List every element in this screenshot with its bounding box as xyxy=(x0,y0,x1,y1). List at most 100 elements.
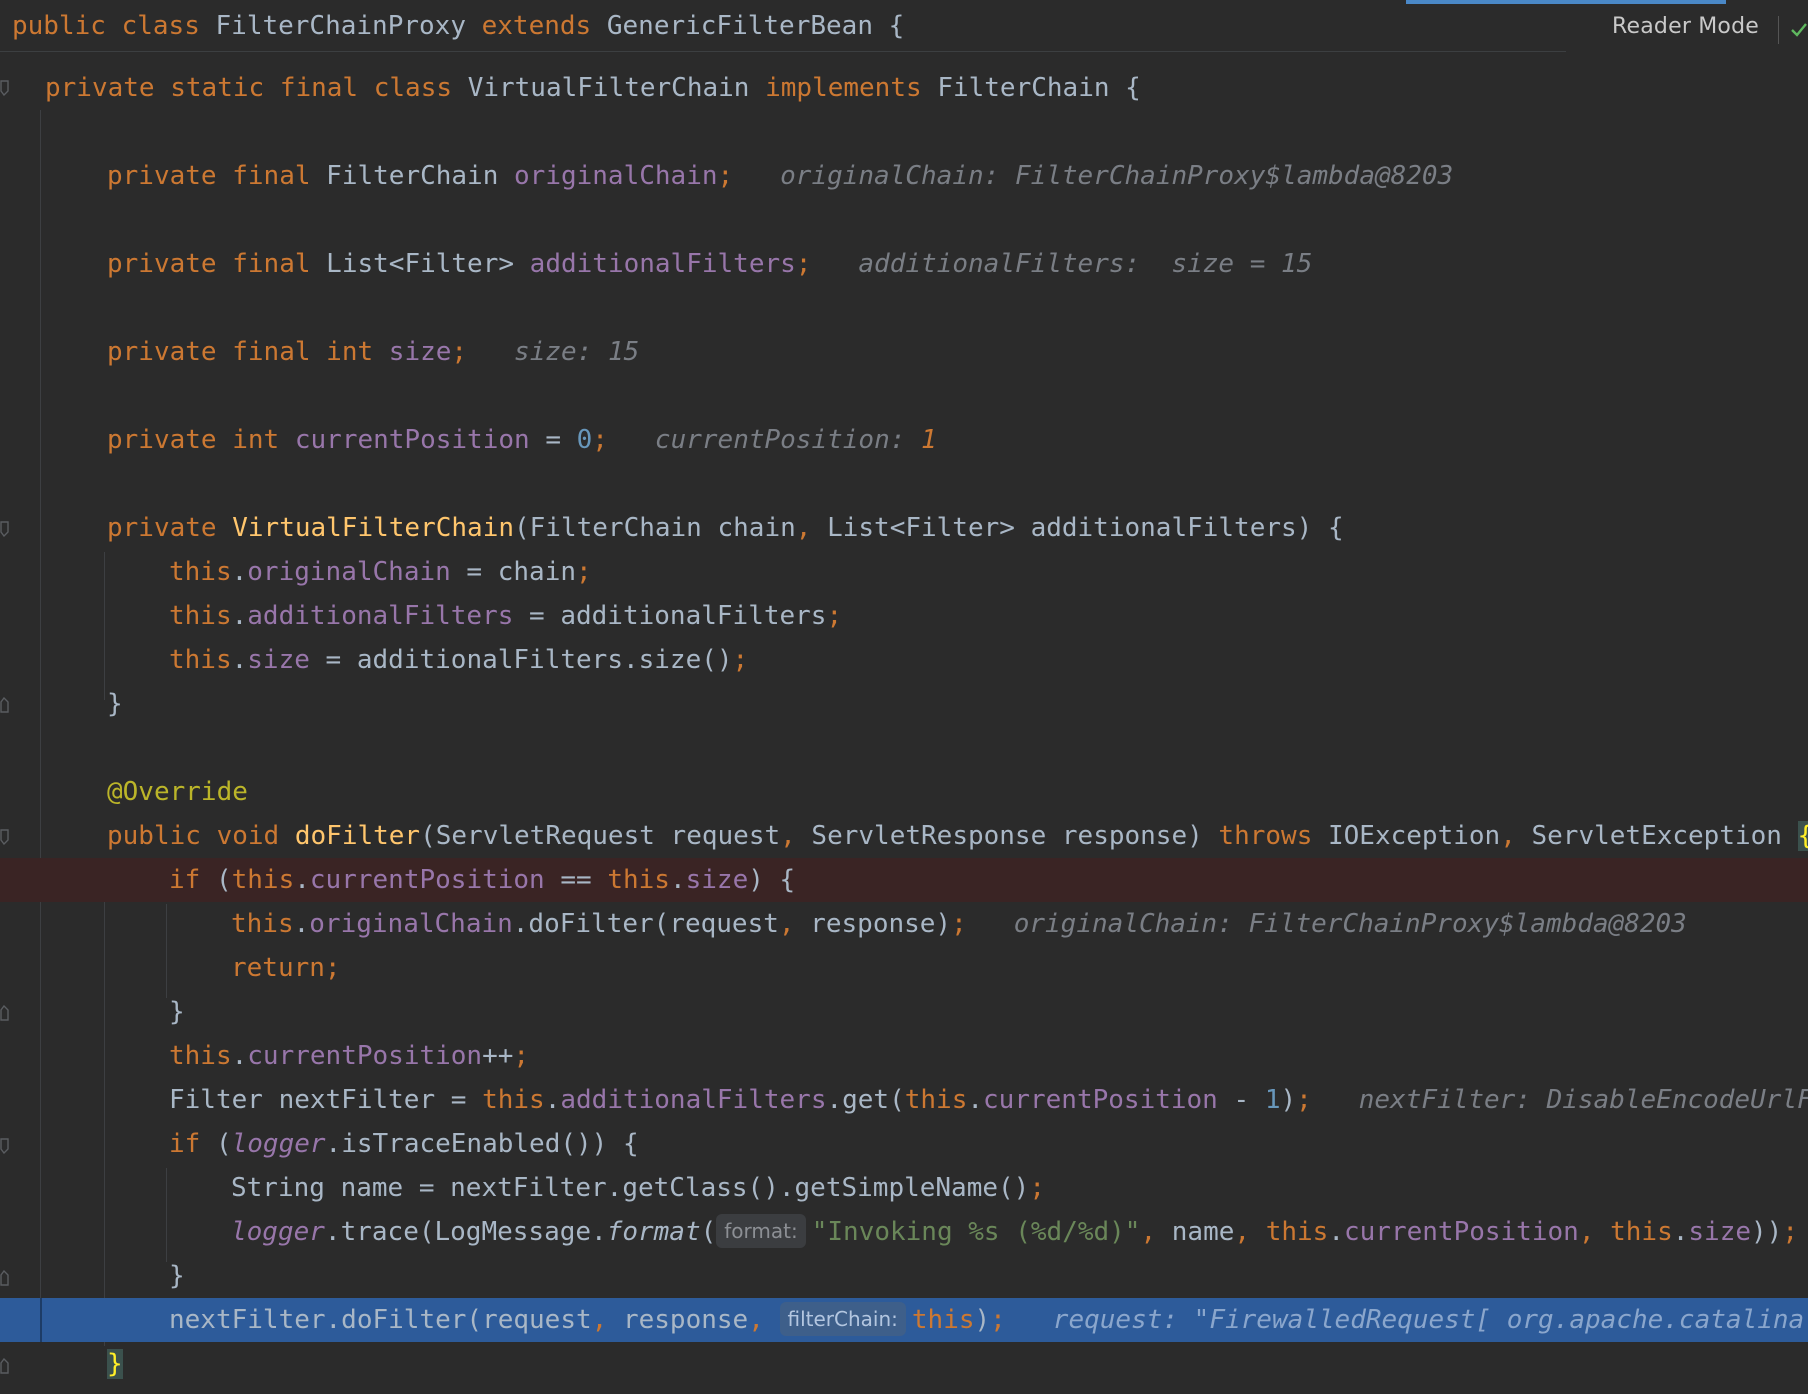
reader-mode-button[interactable]: Reader Mode xyxy=(1612,14,1759,39)
comma: , xyxy=(780,821,796,851)
code-text: response) xyxy=(794,909,952,939)
keyword: class xyxy=(121,11,200,41)
keyword: this xyxy=(231,865,295,895)
execution-point-line[interactable]: nextFilter.doFilter(request, response, f… xyxy=(0,1298,1808,1342)
code-line[interactable]: Filter nextFilter = this.additionalFilte… xyxy=(0,1078,1808,1122)
field-name: currentPosition xyxy=(983,1085,1218,1115)
code-line[interactable]: } xyxy=(0,990,1808,1034)
keyword: int xyxy=(232,425,280,455)
code-text: = chain xyxy=(450,557,577,587)
semicolon: ; xyxy=(826,601,843,631)
code-line[interactable]: private final List<Filter> additionalFil… xyxy=(0,242,1808,286)
method-name: doFilter xyxy=(294,821,421,851)
keyword: int xyxy=(326,337,374,367)
number-literal: 0 xyxy=(576,425,593,455)
keyword: this xyxy=(904,1085,968,1115)
code-text: name xyxy=(1156,1217,1235,1247)
code-text: nextFilter.doFilter(request xyxy=(169,1305,592,1335)
code-line[interactable]: private VirtualFilterChain(FilterChain c… xyxy=(0,506,1808,550)
keyword: private xyxy=(45,73,155,103)
comma: , xyxy=(1234,1217,1251,1247)
semicolon: ; xyxy=(717,161,734,191)
field-name: additionalFilters xyxy=(529,249,796,279)
code-line[interactable]: } xyxy=(0,1254,1808,1298)
code-text: ServletResponse response) xyxy=(795,821,1219,851)
code-line[interactable]: } xyxy=(0,1342,1808,1386)
semicolon: ; xyxy=(513,1041,530,1071)
keyword: extends xyxy=(481,11,592,41)
field-name: size xyxy=(388,337,452,367)
parameter-name-hint: filterChain: xyxy=(779,1302,906,1336)
code-text: . xyxy=(231,645,248,675)
debug-inline-value: originalChain: FilterChainProxy$lambda@8… xyxy=(780,161,1454,191)
keyword: return xyxy=(231,953,325,983)
breakpoint-line[interactable]: if (this.currentPosition == this.size) { xyxy=(0,858,1808,902)
code-text: = additionalFilters.size() xyxy=(309,645,733,675)
code-line[interactable]: @Override xyxy=(0,770,1808,814)
code-text: . xyxy=(294,865,310,895)
keyword: void xyxy=(216,821,280,851)
sticky-class-header[interactable]: public class FilterChainProxy extends Ge… xyxy=(0,0,1566,52)
code-line[interactable]: public void doFilter(ServletRequest requ… xyxy=(0,814,1808,858)
matched-brace: { xyxy=(1797,821,1808,851)
field-name: currentPosition xyxy=(309,865,545,895)
code-line[interactable]: } xyxy=(0,682,1808,726)
brace: } xyxy=(169,1261,185,1291)
debug-inline-value: size: 15 xyxy=(514,337,640,367)
field-name: originalChain xyxy=(514,161,718,191)
code-text: .trace(LogMessage. xyxy=(324,1217,607,1247)
code-text: ServletException xyxy=(1515,821,1798,851)
annotation: @Override xyxy=(107,777,248,807)
code-line[interactable]: private final FilterChain originalChain;… xyxy=(0,154,1808,198)
semicolon: ; xyxy=(951,909,967,939)
static-field-name: logger xyxy=(231,1129,326,1159)
code-text: ++ xyxy=(482,1041,514,1071)
check-icon[interactable] xyxy=(1790,20,1808,40)
semicolon: ; xyxy=(1296,1085,1312,1115)
comma: , xyxy=(1500,821,1516,851)
code-text: . xyxy=(231,601,248,631)
keyword: this xyxy=(169,601,232,631)
keyword: this xyxy=(169,557,232,587)
code-line[interactable]: return; xyxy=(0,946,1808,990)
keyword: this xyxy=(169,1041,232,1071)
keyword: private xyxy=(107,249,217,279)
debug-inline-value: nextFilter: DisableEncodeUrlFi xyxy=(1358,1085,1808,1115)
code-line[interactable]: this.currentPosition++; xyxy=(0,1034,1808,1078)
static-field-name: logger xyxy=(231,1217,325,1247)
code-text: ( xyxy=(700,1217,717,1247)
debug-inline-value: currentPosition: xyxy=(654,425,922,455)
code-editor[interactable]: public class FilterChainProxy extends Ge… xyxy=(0,0,1808,1394)
code-line[interactable]: this.size = additionalFilters.size(); xyxy=(0,638,1808,682)
code-text: (FilterChain chain xyxy=(514,513,796,543)
keyword: this xyxy=(607,865,670,895)
code-text: response xyxy=(607,1305,749,1335)
code-line[interactable]: logger.trace(LogMessage.format(format: "I… xyxy=(0,1210,1808,1254)
string-literal: "Invoking %s (%d/%d)" xyxy=(811,1217,1141,1247)
code-line[interactable]: String name = nextFilter.getClass().getS… xyxy=(0,1166,1808,1210)
code-text: ) xyxy=(974,1305,991,1335)
keyword: this xyxy=(231,909,294,939)
code-line[interactable]: private static final class VirtualFilter… xyxy=(0,66,1808,110)
code-text: . xyxy=(231,557,248,587)
keyword: this xyxy=(482,1085,545,1115)
code-line[interactable]: if (logger.isTraceEnabled()) { xyxy=(0,1122,1808,1166)
code-text: String name = nextFilter.getClass().getS… xyxy=(231,1173,1030,1203)
parent-class-name: GenericFilterBean xyxy=(606,11,873,41)
code-line[interactable]: private final int size; size: 15 xyxy=(0,330,1808,374)
code-line[interactable]: this.originalChain = chain; xyxy=(0,550,1808,594)
keyword: if xyxy=(169,865,201,895)
semicolon: ; xyxy=(795,249,812,279)
code-line[interactable]: this.originalChain.doFilter(request, res… xyxy=(0,902,1808,946)
brace: { xyxy=(1125,73,1141,103)
field-name: currentPosition xyxy=(294,425,530,455)
code-line[interactable]: this.additionalFilters = additionalFilte… xyxy=(0,594,1808,638)
semicolon: ; xyxy=(451,337,468,367)
code-line[interactable]: private int currentPosition = 0; current… xyxy=(0,418,1808,462)
debug-changed-value: 1 xyxy=(921,425,937,455)
code-text: . xyxy=(293,909,310,939)
keyword: final xyxy=(279,73,359,103)
code-text: . xyxy=(231,1041,248,1071)
